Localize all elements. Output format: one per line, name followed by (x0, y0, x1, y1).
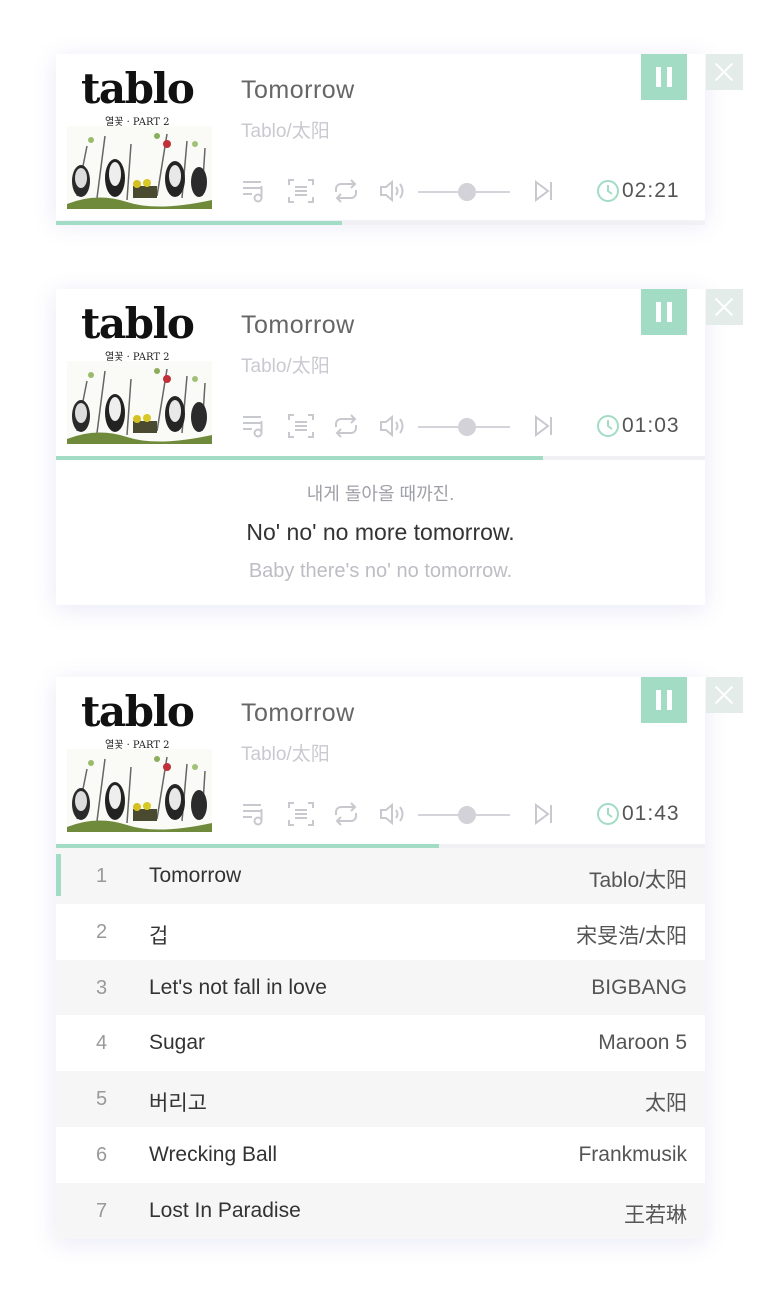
track-title: Tomorrow (149, 864, 242, 887)
track-number: 3 (96, 976, 108, 999)
song-artist: Tablo/太阳 (241, 356, 330, 377)
playlist-row[interactable]: 6 Wrecking Ball Frankmusik (56, 1126, 705, 1183)
playlist-icon[interactable] (242, 802, 268, 826)
volume-knob[interactable] (458, 183, 476, 201)
playlist-row[interactable]: 4 Sugar Maroon 5 (56, 1015, 705, 1072)
player-main: tablo 열꽃 · PART 2 Tomorrow Tablo/太阳 (56, 54, 743, 225)
track-artist: Maroon 5 (598, 1031, 687, 1055)
clock-icon (597, 415, 619, 437)
playlist-row[interactable]: 2 겁 宋旻浩/太阳 (56, 903, 705, 960)
lyrics-panel: 내게 돌아올 때까진. No' no' no more tomorrow. Ba… (56, 455, 705, 605)
volume-knob[interactable] (458, 806, 476, 824)
loop-icon[interactable] (332, 802, 360, 826)
player-compact: tablo 열꽃 · PART 2 Tomorrow Tablo/太阳 02:2… (56, 54, 743, 225)
track-title: Lost In Paradise (149, 1198, 301, 1222)
album-cover: tablo 열꽃 · PART 2 (67, 66, 212, 209)
playlist-icon[interactable] (242, 179, 268, 203)
volume-icon[interactable] (379, 414, 409, 438)
lyrics-icon[interactable] (288, 414, 314, 438)
next-icon[interactable] (533, 802, 555, 826)
playlist-row[interactable]: 5 버리고 太阳 (56, 1071, 705, 1127)
playlist-icon[interactable] (242, 414, 268, 438)
song-artist: Tablo/太阳 (241, 744, 330, 765)
track-artist: 太阳 (645, 1092, 687, 1116)
track-title: Let's not fall in love (149, 975, 327, 999)
album-art (67, 361, 212, 444)
song-title: Tomorrow (241, 76, 355, 104)
elapsed-time: 01:03 (622, 414, 680, 437)
player-with-playlist: tablo 열꽃 · PART 2 Tomorrow Tablo/太阳 01:4… (56, 677, 743, 1239)
elapsed-time: 02:21 (622, 179, 680, 202)
track-artist: BIGBANG (591, 975, 687, 999)
player-with-lyrics: tablo 열꽃 · PART 2 Tomorrow Tablo/太阳 01:0… (56, 289, 743, 605)
track-number: 2 (96, 920, 108, 943)
volume-icon[interactable] (379, 802, 409, 826)
song-title: Tomorrow (241, 699, 355, 727)
progress-bar[interactable] (56, 456, 543, 460)
track-number: 5 (96, 1088, 108, 1111)
track-number: 4 (96, 1032, 108, 1055)
track-artist: 宋旻浩/太阳 (576, 924, 687, 948)
song-artist: Tablo/太阳 (241, 121, 330, 142)
playlist-row[interactable]: 7 Lost In Paradise 王若琳 (56, 1182, 705, 1239)
lyric-previous-line: 내게 돌아올 때까진. (306, 484, 455, 504)
playlist-row[interactable]: 3 Let's not fall in love BIGBANG (56, 959, 705, 1016)
clock-icon (597, 803, 619, 825)
loop-icon[interactable] (332, 414, 360, 438)
track-title: 겁 (149, 924, 169, 948)
progress-bar[interactable] (56, 221, 342, 225)
lyrics-icon[interactable] (288, 802, 314, 826)
album-cover: tablo 열꽃 · PART 2 (67, 301, 212, 444)
pause-button[interactable] (641, 289, 687, 335)
track-title: 버리고 (149, 1092, 207, 1116)
track-artist: 王若琳 (624, 1203, 687, 1227)
album-art (67, 749, 212, 832)
track-number: 1 (96, 865, 108, 887)
next-icon[interactable] (533, 179, 555, 203)
volume-icon[interactable] (379, 179, 409, 203)
volume-knob[interactable] (458, 418, 476, 436)
album-cover: tablo 열꽃 · PART 2 (67, 689, 212, 832)
close-button[interactable] (706, 289, 743, 325)
track-artist: Frankmusik (578, 1142, 687, 1166)
next-icon[interactable] (533, 414, 555, 438)
loop-icon[interactable] (332, 179, 360, 203)
track-artist: Tablo/太阳 (588, 869, 687, 892)
album-art (67, 126, 212, 209)
close-button[interactable] (706, 54, 743, 90)
pause-button[interactable] (641, 677, 687, 723)
track-number: 7 (96, 1199, 108, 1222)
album-logo: tablo (81, 66, 195, 113)
lyric-current-line: No' no' no more tomorrow. (246, 519, 515, 545)
album-logo: tablo (81, 301, 195, 348)
elapsed-time: 01:43 (622, 802, 680, 825)
player-main: tablo 열꽃 · PART 2 Tomorrow Tablo/太阳 (56, 289, 743, 460)
lyrics-icon[interactable] (288, 179, 314, 203)
lyric-next-line: Baby there's no' no tomorrow. (248, 560, 513, 582)
pause-button[interactable] (641, 54, 687, 100)
album-logo: tablo (81, 689, 195, 736)
track-title: Wrecking Ball (149, 1142, 277, 1166)
song-title: Tomorrow (241, 311, 355, 339)
close-button[interactable] (706, 677, 743, 713)
track-number: 6 (96, 1143, 108, 1166)
player-main: tablo 열꽃 · PART 2 Tomorrow Tablo/太阳 (56, 677, 743, 848)
clock-icon (597, 180, 619, 202)
playlist: 1 Tomorrow Tablo/太阳 2 겁 宋旻浩/太阳 3 Let's n… (56, 848, 705, 1239)
track-title: Sugar (149, 1031, 206, 1055)
playlist-row[interactable]: 1 Tomorrow Tablo/太阳 (56, 848, 705, 904)
